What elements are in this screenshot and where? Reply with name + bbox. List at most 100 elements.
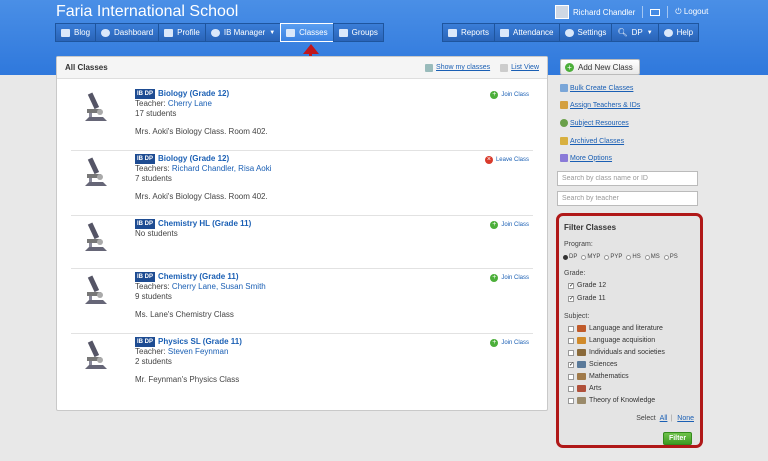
user-name[interactable]: Richard Chandler bbox=[573, 8, 635, 17]
action-label: Join Class bbox=[501, 275, 529, 281]
nav-help[interactable]: Help bbox=[657, 23, 700, 42]
archived-classes-link[interactable]: Archived Classes bbox=[560, 137, 624, 145]
join-class-button[interactable]: + Join Class bbox=[490, 91, 529, 99]
filter-classes-panel: Filter Classes Program: DP MYP PYP HS MS… bbox=[556, 213, 703, 448]
radio-icon bbox=[663, 254, 669, 260]
nav-attendance[interactable]: Attendance bbox=[494, 23, 560, 42]
assign-teachers-link[interactable]: Assign Teachers & IDs bbox=[560, 101, 640, 109]
mail-icon[interactable] bbox=[650, 8, 661, 16]
bulk-create-link[interactable]: Bulk Create Classes bbox=[560, 84, 633, 92]
people-icon bbox=[425, 63, 434, 72]
more-options-link[interactable]: More Options bbox=[560, 154, 612, 162]
class-name-link[interactable]: Biology (Grade 12) bbox=[158, 154, 229, 163]
list-view-link[interactable]: List View bbox=[500, 63, 539, 72]
class-name-link[interactable]: Physics SL (Grade 11) bbox=[158, 337, 242, 346]
select-none-link[interactable]: None bbox=[677, 415, 694, 422]
filter-title: Filter Classes bbox=[564, 223, 617, 232]
select-all-link[interactable]: All bbox=[660, 415, 668, 422]
program-radio-ms[interactable]: MS bbox=[644, 254, 660, 260]
subject-label: Subject: bbox=[564, 313, 590, 320]
leave-class-button[interactable]: × Leave Class bbox=[484, 156, 529, 164]
program-radio-pyp[interactable]: PYP bbox=[604, 254, 622, 260]
class-name-link[interactable]: Biology (Grade 12) bbox=[158, 89, 229, 98]
program-label: Program: bbox=[564, 241, 593, 248]
checkbox bbox=[568, 325, 574, 332]
teacher-link[interactable]: Richard Chandler, Risa Aoki bbox=[172, 164, 272, 173]
subject-checkbox-sciences[interactable]: ✓ Sciences bbox=[568, 361, 617, 368]
ib-dp-badge: IB DP bbox=[135, 272, 156, 282]
join-class-button[interactable]: + Join Class bbox=[490, 221, 529, 229]
nav-blog[interactable]: Blog bbox=[55, 23, 97, 42]
nav-program-search[interactable]: 🔍︎ DP ▼ bbox=[611, 23, 659, 42]
checkbox-label: Sciences bbox=[589, 361, 618, 368]
checkbox-label: Language acquisition bbox=[589, 337, 656, 344]
class-name-link[interactable]: Chemistry (Grade 11) bbox=[158, 272, 238, 281]
program-radio-ps[interactable]: PS bbox=[663, 254, 678, 260]
globe-icon bbox=[210, 28, 220, 37]
microscope-icon bbox=[85, 222, 107, 251]
grade-12-checkbox[interactable]: ✓ Grade 12 bbox=[568, 282, 606, 289]
subject-checkbox-tok[interactable]: Theory of Knowledge bbox=[568, 397, 655, 404]
button-label: Add New Class bbox=[578, 62, 633, 72]
subject-checkbox-arts[interactable]: Arts bbox=[568, 385, 601, 392]
join-class-button[interactable]: + Join Class bbox=[490, 339, 529, 347]
teacher-prefix: Teacher: bbox=[135, 99, 166, 108]
nav-label: DP bbox=[631, 28, 643, 37]
avatar[interactable] bbox=[555, 5, 569, 19]
class-info: IB DP Biology (Grade 12) Teacher: Cherry … bbox=[135, 89, 268, 136]
table-row: IB DP Chemistry (Grade 11) Teachers: Cher… bbox=[71, 272, 533, 334]
link-label: List View bbox=[511, 64, 539, 71]
table-row: IB DP Biology (Grade 12) Teacher: Cherry … bbox=[71, 89, 533, 151]
program-radio-myp[interactable]: MYP bbox=[581, 254, 600, 260]
nav-groups[interactable]: Groups bbox=[332, 23, 384, 42]
search-teacher-input[interactable] bbox=[557, 191, 698, 206]
filter-button[interactable]: Filter bbox=[663, 432, 692, 445]
school-title: Faria International School bbox=[56, 3, 239, 20]
class-name-link[interactable]: Chemistry HL (Grade 11) bbox=[158, 219, 251, 228]
nav-profile[interactable]: Profile bbox=[158, 23, 206, 42]
checkbox-label: Grade 11 bbox=[577, 295, 606, 302]
nav-label: Classes bbox=[299, 28, 328, 37]
subject-resources-link[interactable]: Subject Resources bbox=[560, 119, 629, 127]
nav-settings[interactable]: Settings bbox=[558, 23, 613, 42]
nav-dashboard[interactable]: Dashboard bbox=[95, 23, 160, 42]
blog-icon bbox=[61, 28, 70, 37]
join-class-button[interactable]: + Join Class bbox=[490, 274, 529, 282]
subject-checkbox-language-literature[interactable]: Language and literature bbox=[568, 325, 663, 332]
speech-icon bbox=[577, 337, 586, 344]
teacher-link[interactable]: Cherry Lane bbox=[168, 99, 212, 108]
teacher-link[interactable]: Steven Feynman bbox=[168, 347, 228, 356]
nav-ib-manager[interactable]: IB Manager ▼ bbox=[204, 23, 282, 42]
checkbox bbox=[568, 337, 574, 344]
panel-title: All Classes bbox=[65, 63, 108, 72]
checkbox-label: Mathematics bbox=[589, 373, 629, 380]
radio-icon bbox=[581, 254, 587, 260]
action-label: Join Class bbox=[501, 92, 529, 98]
nav-classes[interactable]: Classes bbox=[280, 23, 334, 42]
program-options: DP MYP PYP HS MS PS bbox=[563, 254, 682, 260]
logout-link[interactable]: ⏻ Logout bbox=[675, 7, 708, 17]
class-info: IB DP Chemistry HL (Grade 11) No students bbox=[135, 219, 251, 239]
program-radio-dp[interactable]: DP bbox=[563, 254, 577, 260]
all-classes-panel: All Classes Show my classes List View IB… bbox=[56, 56, 548, 411]
subject-checkbox-language-acquisition[interactable]: Language acquisition bbox=[568, 337, 655, 344]
subject-checkbox-individuals-societies[interactable]: Individuals and societies bbox=[568, 349, 665, 356]
secondary-nav: Reports Attendance Settings 🔍︎ DP ▼ Help bbox=[442, 23, 700, 42]
divider bbox=[642, 6, 644, 18]
show-my-classes-link[interactable]: Show my classes bbox=[425, 63, 490, 72]
add-new-class-button[interactable]: + Add New Class bbox=[560, 59, 640, 75]
program-radio-hs[interactable]: HS bbox=[626, 254, 641, 260]
microscope-icon bbox=[85, 157, 107, 186]
search-class-input[interactable] bbox=[557, 171, 698, 186]
resources-icon bbox=[560, 119, 568, 127]
groups-icon bbox=[338, 28, 348, 37]
select-prefix: Select bbox=[636, 415, 656, 422]
microscope-icon bbox=[85, 340, 107, 369]
class-description: Mrs. Aoki's Biology Class. Room 402. bbox=[135, 127, 268, 136]
radio-label: MS bbox=[650, 254, 660, 260]
divider bbox=[667, 6, 669, 18]
grade-11-checkbox[interactable]: ✓ Grade 11 bbox=[568, 295, 606, 302]
subject-checkbox-mathematics[interactable]: Mathematics bbox=[568, 373, 629, 380]
teacher-link[interactable]: Cherry Lane, Susan Smith bbox=[172, 282, 266, 291]
nav-reports[interactable]: Reports bbox=[442, 23, 496, 42]
